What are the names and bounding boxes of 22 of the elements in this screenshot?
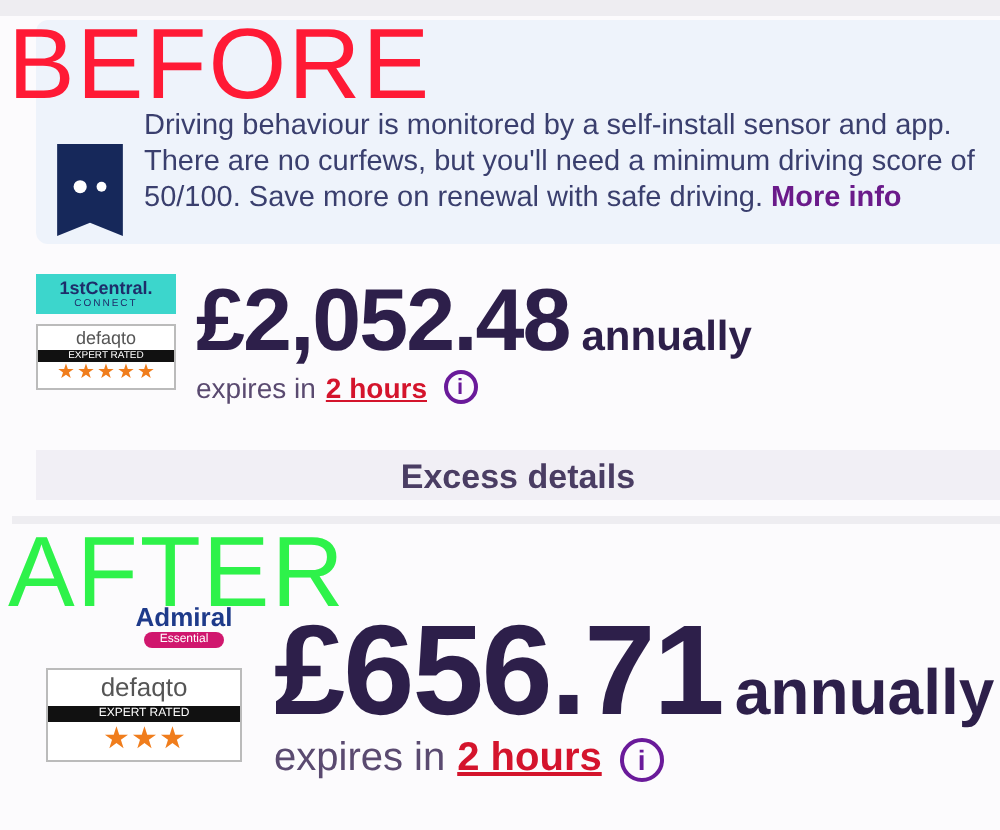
expiry-label: expires in: [196, 371, 316, 403]
star-icon: ★: [117, 362, 135, 386]
more-info-link[interactable]: More info: [771, 182, 902, 214]
price: £2,052.48: [196, 274, 570, 370]
overlay-label: BEFORE: [8, 24, 432, 104]
star-icon: ★: [159, 722, 185, 758]
telematics-description: Driving behaviour is monitored by a self-install sensor and app. There are no curfews, but you'll need a minimum driving score of 50/100. Save more on renewal with safe driving. More info: [144, 108, 977, 218]
period-label: annually: [734, 656, 995, 730]
price: £656.71: [274, 604, 723, 736]
star-icon: ★: [57, 362, 75, 386]
expiry-link[interactable]: 2 hours: [325, 371, 427, 403]
expiry-label: expires in: [274, 736, 446, 782]
star-icon: ★: [97, 362, 115, 386]
period-label: annually: [581, 314, 752, 362]
info-icon[interactable]: i: [443, 370, 477, 404]
star-icon: ★: [77, 362, 95, 386]
info-icon[interactable]: i: [619, 737, 664, 781]
star-icon: ★: [137, 362, 155, 386]
star-icon: ★: [131, 722, 157, 758]
expiry-link[interactable]: 2 hours: [457, 736, 602, 782]
star-icon: ★: [103, 722, 129, 758]
excess-details-button[interactable]: Excess details: [36, 450, 1000, 500]
